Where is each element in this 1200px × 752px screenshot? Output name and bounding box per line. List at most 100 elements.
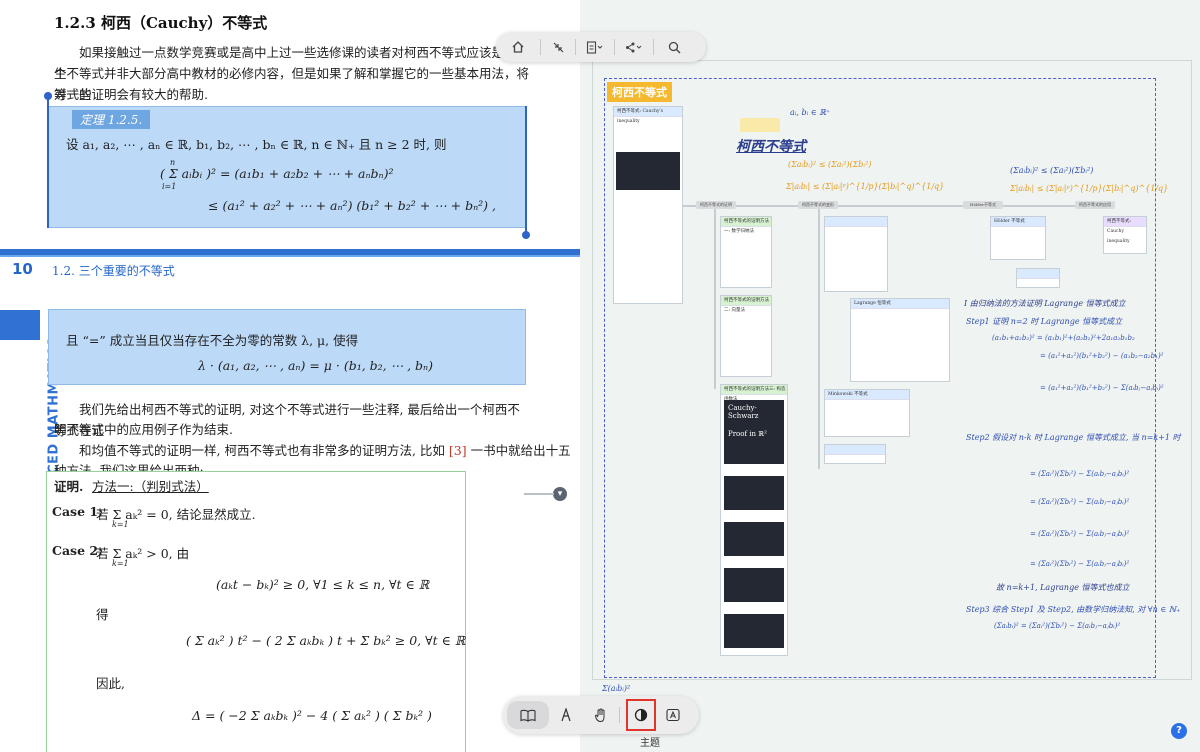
handwritten-title: 柯西不等式 [736, 139, 806, 155]
video-thumbnail[interactable] [724, 522, 784, 556]
body-para2-tail: 一书中就给出十五 [470, 443, 571, 458]
yinci-text: 因此, [96, 676, 125, 691]
handwritten-formula-4: (Σaᵢbᵢ)² ≤ (Σaᵢ²)(Σbᵢ²) [1010, 166, 1094, 175]
step2-line: = (Σaᵢ²)(Σbᵢ²) − Σ(aᵢbⱼ−aⱼbᵢ)² [1030, 498, 1130, 506]
video-thumbnail[interactable] [724, 568, 784, 602]
proof-method: 方法一:（判别式法） [92, 479, 209, 494]
chevron-down-icon[interactable]: ▾ [553, 487, 567, 501]
document-icon[interactable] [576, 33, 614, 61]
selection-bar-left[interactable] [47, 96, 49, 228]
branch-vline-2 [818, 209, 820, 469]
step1: Step1 证明 n=2 时 Lagrange 恒等式成立 [966, 317, 1123, 326]
handwritten-formula-5: Σ|aᵢbᵢ| ≤ (Σ|aᵢ|ᵖ)^{1/p}(Σ|bᵢ|^q)^{1/q} [1010, 184, 1169, 193]
video-thumbnail[interactable] [724, 476, 784, 510]
theme-tooltip: 主题 [640, 738, 660, 749]
step1-line: = (a₁²+a₂²)(b₁²+b₂²) − Σ(aᵢbⱼ−aⱼbᵢ)² [1040, 384, 1164, 392]
branch-vline-1 [714, 209, 716, 389]
card-title [1017, 269, 1059, 279]
theorem-label: 定理 1.2.5. [72, 110, 151, 129]
card-lagrange[interactable]: Lagrange 恒等式 [850, 298, 950, 382]
theorem-statement: 设 a₁, a₂, ⋯ , aₙ ∈ ℝ, b₁, b₂, ⋯ , bₙ ∈ ℝ… [66, 137, 447, 152]
intro-line-3: 等式的证明会有较大的帮助. [54, 87, 208, 102]
card-cauchy-inequality[interactable]: 柯西不等式: Cauchy's inequality [613, 106, 683, 304]
video-caption: Cauchy-Schwarz [728, 404, 759, 420]
highlight [740, 118, 780, 132]
connector-line [524, 493, 554, 495]
theme-icon[interactable] [626, 699, 656, 731]
card-holder[interactable]: Hölder 不等式 [990, 216, 1046, 260]
pdf-viewer[interactable]: 1.2.3 柯西（Cauchy）不等式 如果接触过一点数学竞赛或是高中上过一些选… [0, 0, 580, 752]
node-variants[interactable]: 柯西不等式的变形 [798, 201, 838, 209]
share-icon[interactable] [615, 33, 653, 61]
selection-bar-right[interactable] [525, 106, 527, 234]
card-title: Hölder 不等式 [991, 217, 1045, 227]
case1-sum-bottom: k=1 [112, 520, 129, 529]
divider [619, 707, 620, 723]
help-icon[interactable]: ? [1171, 723, 1187, 739]
step2: Step2 假设对 n-k 时 Lagrange 恒等式成立, 当 n=k+1 … [966, 433, 1181, 442]
frame-title[interactable]: 柯西不等式 [607, 82, 672, 102]
body-para1-line2: 明不等式中的应用例子作为结束. [54, 422, 233, 437]
handwritten-formula-1: aᵢ, bᵢ ∈ ℝ⁺ [790, 108, 831, 117]
step3: Step3 综合 Step1 及 Step2, 由数学归纳法知, 对 ∀n ∈ … [966, 605, 1181, 614]
selection-handle-end[interactable] [522, 231, 530, 239]
sum-bottom: i=1 [162, 182, 177, 191]
top-toolbar [496, 32, 706, 62]
step2-line: = (Σaᵢ²)(Σbᵢ²) − Σ(aᵢbⱼ−aⱼbᵢ)² [1030, 560, 1130, 568]
bottom-toolbar [503, 696, 699, 734]
hand-icon[interactable] [583, 701, 619, 729]
card-title: 柯西不等式的证明方法三: 构造函数法 [721, 385, 787, 402]
video-caption-2: Proof in ℝ² [728, 430, 767, 438]
card-proof-vector[interactable]: 柯西不等式的证明方法二: 向量法 [720, 295, 772, 377]
theorem-formula-2: ≤ (a₁² + a₂² + ⋯ + aₙ²) (b₁² + b₂² + ⋯ +… [208, 198, 497, 213]
handwritten-formula-3: Σ|aᵢbᵢ| ≤ (Σ|aᵢ|ᵖ)^{1/p}(Σ|bᵢ|^q)^{1/q} [786, 182, 945, 191]
video-cauchy-schwarz[interactable]: Cauchy-Schwarz Proof in ℝ² [724, 400, 784, 464]
step2-line: = (Σaᵢ²)(Σbᵢ²) − Σ(aᵢbⱼ−aⱼbᵢ)² [1030, 530, 1130, 538]
card-proof-induction[interactable]: 柯西不等式的证明方法一: 数学归纳法 [720, 216, 772, 288]
card-variant-4[interactable] [824, 444, 886, 464]
card-title: 柯西不等式的证明方法一: 数学归纳法 [721, 217, 771, 234]
collapse-arrows-icon[interactable] [541, 33, 575, 61]
card-holder-2[interactable] [1016, 268, 1060, 288]
handwritten-formula-2: (Σaᵢbᵢ)² ≤ (Σaᵢ²)(Σbᵢ²) [788, 160, 872, 169]
card-title [825, 445, 885, 455]
card-title: 柯西不等式: Cauchy's inequality [614, 107, 682, 124]
card-cauchy-application[interactable]: 柯西不等式: Cauchy inequality [1103, 216, 1147, 254]
card-variant-1[interactable] [824, 216, 888, 292]
node-applications[interactable]: 柯西不等式的应用 [1075, 201, 1115, 209]
text-recognition-icon[interactable] [656, 701, 690, 729]
case2-formula: (aₖt − bₖ)² ≥ 0, ∀1 ≤ k ≤ n, ∀t ∈ ℝ [216, 577, 430, 592]
quadratic-formula: ( Σ aₖ² ) t² − ( 2 Σ aₖbₖ ) t + Σ bₖ² ≥ … [186, 633, 466, 648]
equality-formula: λ · (a₁, a₂, ⋯ , aₙ) = μ · (b₁, b₂, ⋯ , … [198, 358, 433, 373]
induction-intro: Ⅰ 由归纳法的方法证明 Lagrange 恒等式成立 [964, 299, 1126, 308]
selection-handle-start[interactable] [44, 92, 52, 100]
node-holder[interactable]: Hölder不等式 [963, 201, 1003, 209]
search-icon[interactable] [654, 33, 694, 61]
step1-line: (a₁b₁+a₂b₂)² = (a₁b₁)²+(a₂b₂)²+2a₁a₂b₁b₂ [992, 334, 1135, 342]
delta-formula: Δ = ( −2 Σ aₖbₖ )² − 4 ( Σ aₖ² ) ( Σ bₖ²… [192, 708, 432, 723]
citation-link[interactable]: [3] [449, 443, 467, 458]
pen-icon[interactable] [549, 701, 583, 729]
book-icon[interactable] [507, 701, 549, 729]
home-icon[interactable] [496, 33, 540, 61]
body-para2-text: 和均值不等式的证明一样, 柯西不等式也有非常多的证明方法, 比如 [79, 443, 445, 458]
proof-label: 证明. [54, 479, 84, 494]
page-number: 10 [12, 260, 33, 278]
equality-condition: 且 “=” 成立当且仅当存在不全为零的常数 λ, μ, 使得 [66, 333, 359, 348]
card-title: Minkowski 不等式 [825, 390, 909, 400]
step3-line: (Σaᵢbᵢ)² = (Σaᵢ²)(Σbᵢ²) − Σ(aᵢbⱼ−aⱼbᵢ)² [994, 622, 1121, 630]
card-minkowski[interactable]: Minkowski 不等式 [824, 389, 910, 437]
section-heading: 1.2.3 柯西（Cauchy）不等式 [54, 14, 268, 32]
page-separator-accent [0, 255, 580, 257]
de-text: 得 [96, 607, 109, 622]
video-thumbnail[interactable] [616, 152, 680, 190]
card-title: 柯西不等式的证明方法二: 向量法 [721, 296, 771, 313]
conclusion: 故 n=k+1, Lagrange 恒等式也成立 [996, 583, 1130, 592]
step2-line: = (Σaᵢ²)(Σbᵢ²) − Σ(aᵢbⱼ−aⱼbᵢ)² [1030, 470, 1130, 478]
body-para2-line1: 和均值不等式的证明一样, 柯西不等式也有非常多的证明方法, 比如 [3] 一书中… [54, 440, 571, 461]
step1-line: = (a₁²+a₂²)(b₁²+b₂²) − (a₁b₂−a₂b₁)² [1040, 352, 1164, 360]
card-title: 柯西不等式: Cauchy inequality [1104, 217, 1146, 244]
video-thumbnail[interactable] [724, 614, 784, 648]
theorem-formula-1: ( Σ aᵢbᵢ )² = (a₁b₁ + a₂b₂ + ⋯ + aₙbₙ)² [160, 166, 394, 181]
node-proof[interactable]: 柯西不等式的证明 [696, 201, 736, 209]
